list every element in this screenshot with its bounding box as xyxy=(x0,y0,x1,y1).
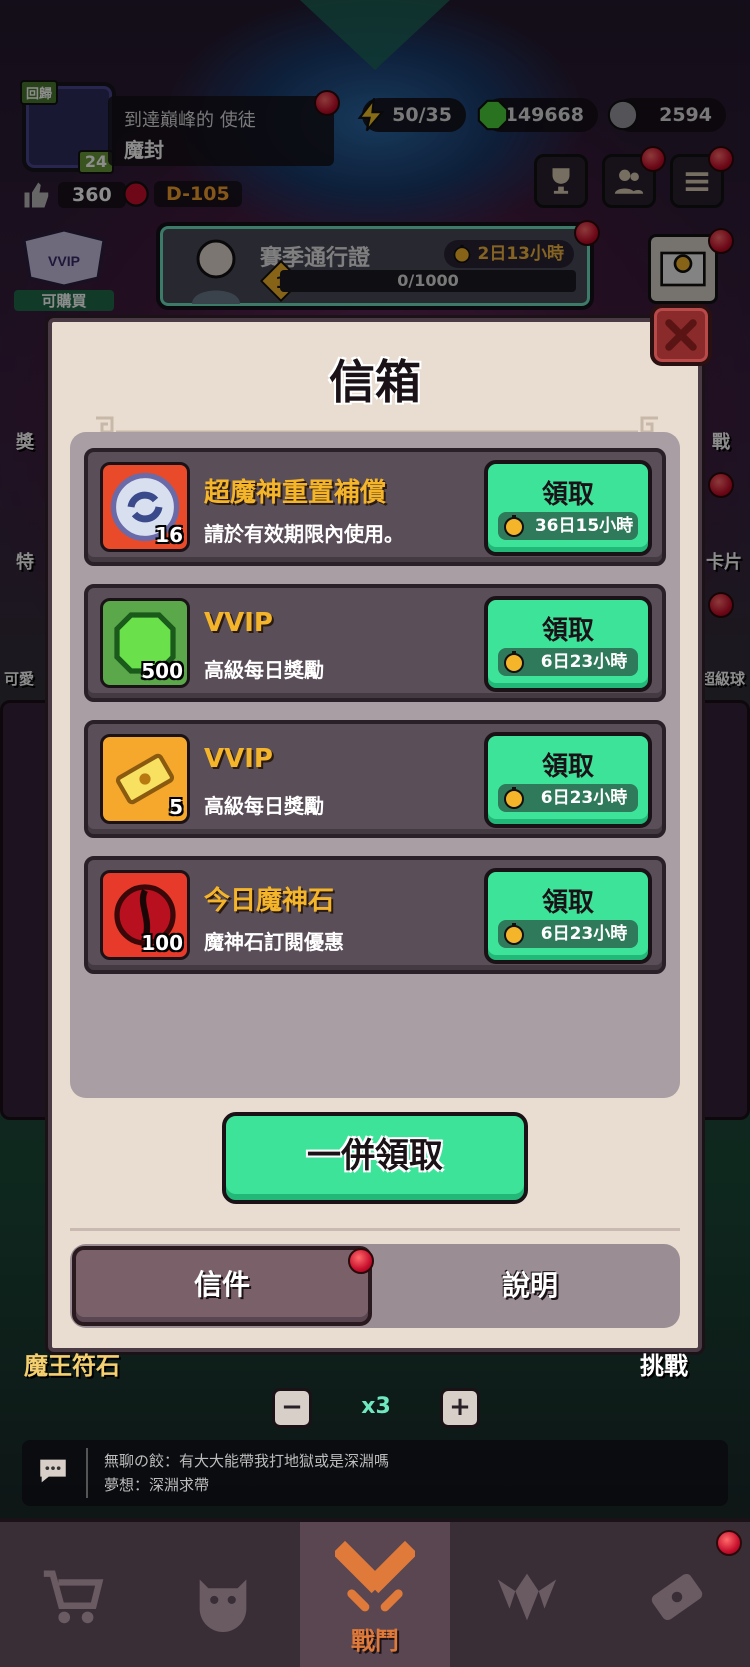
claim-timer: 36日15小時 xyxy=(498,512,638,540)
mail-item-title: 今日魔神石 xyxy=(204,886,335,916)
mail-item-subtitle: 請於有效期限內使用。 xyxy=(204,522,404,546)
mailbox-tabs: 信件 說明 xyxy=(70,1244,680,1328)
close-button[interactable] xyxy=(650,304,712,366)
decrease-button[interactable]: − xyxy=(272,1388,312,1428)
mail-item-subtitle: 高級每日獎勵 xyxy=(204,794,324,818)
nav-battle-label: 戰鬥 xyxy=(351,1627,399,1655)
claim-button[interactable]: 領取 6日23小時 xyxy=(484,732,652,828)
increase-button[interactable]: + xyxy=(440,1388,480,1428)
claim-timer-text: 6日23小時 xyxy=(540,652,628,672)
green-gem-icon: 500 xyxy=(100,598,190,688)
chat-divider xyxy=(86,1448,88,1498)
claim-button-label: 領取 xyxy=(541,616,594,646)
claim-timer-text: 6日23小時 xyxy=(540,788,628,808)
mail-item: 500 VVIP 高級每日獎勵 領取 6日23小時 xyxy=(84,584,666,702)
ticket-icon xyxy=(651,1573,703,1620)
challenge-label: 挑戰 xyxy=(640,1352,688,1380)
stopwatch-icon xyxy=(504,651,524,673)
nav-shop[interactable] xyxy=(0,1522,146,1667)
claim-button-label: 領取 xyxy=(541,752,594,782)
mail-item: 100 今日魔神石 魔神石訂閱優惠 領取 6日23小時 xyxy=(84,856,666,974)
mail-item-subtitle: 魔神石訂閱優惠 xyxy=(204,930,344,954)
claim-all-button[interactable]: 一併領取 xyxy=(222,1112,528,1204)
stopwatch-icon xyxy=(504,515,524,537)
shop-cart-icon xyxy=(43,1569,104,1623)
nav-battle[interactable]: 戰鬥 xyxy=(300,1522,450,1667)
claim-button[interactable]: 領取 36日15小時 xyxy=(484,460,652,556)
stopwatch-icon xyxy=(504,923,524,945)
claim-button-label: 領取 xyxy=(541,480,594,510)
chat-preview[interactable]: 無聊の餃：有大大能帶我打地獄或是深淵嗎 夢想：深淵求帶 xyxy=(22,1440,728,1506)
nav-monsters[interactable] xyxy=(150,1522,296,1667)
claim-timer-text: 36日15小時 xyxy=(534,516,634,536)
rank-wings-icon xyxy=(497,1573,557,1620)
chat-bubble-icon xyxy=(40,1459,66,1483)
mail-item: 5 VVIP 高級每日獎勵 領取 6日23小時 xyxy=(84,720,666,838)
bottom-nav: 戰鬥 xyxy=(0,1518,750,1667)
claim-button[interactable]: 領取 6日23小時 xyxy=(484,868,652,964)
chat-message: 夢想：深淵求帶 xyxy=(104,1476,210,1494)
reset-orb-icon: 16 xyxy=(100,462,190,552)
mailbox-title: 信箱 xyxy=(329,355,421,409)
mail-item-title: 超魔神重置補償 xyxy=(204,478,387,508)
gold-ticket-icon: 5 xyxy=(100,734,190,824)
mail-item: 16 超魔神重置補償 請於有效期限內使用。 領取 36日15小時 xyxy=(84,448,666,566)
divider xyxy=(70,1228,680,1231)
mail-item-title: VVIP xyxy=(204,744,273,774)
notification-dot xyxy=(348,1248,374,1274)
mail-item-subtitle: 高級每日獎勵 xyxy=(204,658,324,682)
mail-item-title: VVIP xyxy=(204,608,273,638)
tab-mail[interactable]: 信件 xyxy=(72,1246,372,1326)
battle-swords-icon xyxy=(335,1540,415,1612)
item-quantity: 500 xyxy=(141,659,183,683)
multiplier-value: x3 xyxy=(361,1394,391,1419)
claim-timer: 6日23小時 xyxy=(498,920,638,948)
item-quantity: 5 xyxy=(169,795,183,819)
demon-stone-icon: 100 xyxy=(100,870,190,960)
multiplier-stepper: − x3 + xyxy=(272,1388,480,1428)
chat-message: 無聊の餃：有大大能帶我打地獄或是深淵嗎 xyxy=(104,1452,390,1470)
close-icon xyxy=(665,319,697,351)
claim-timer: 6日23小時 xyxy=(498,784,638,812)
monster-icon xyxy=(199,1579,247,1632)
claim-timer: 6日23小時 xyxy=(498,648,638,676)
notification-dot xyxy=(716,1530,742,1556)
nav-ranking[interactable] xyxy=(454,1522,600,1667)
tab-help[interactable]: 說明 xyxy=(380,1244,680,1328)
claim-timer-text: 6日23小時 xyxy=(540,924,628,944)
demon-rune-label: 魔王符石 xyxy=(24,1352,120,1380)
item-quantity: 100 xyxy=(141,931,183,955)
claim-button-label: 領取 xyxy=(541,888,594,918)
item-quantity: 16 xyxy=(155,523,183,547)
stopwatch-icon xyxy=(504,787,524,809)
claim-button[interactable]: 領取 6日23小時 xyxy=(484,596,652,692)
